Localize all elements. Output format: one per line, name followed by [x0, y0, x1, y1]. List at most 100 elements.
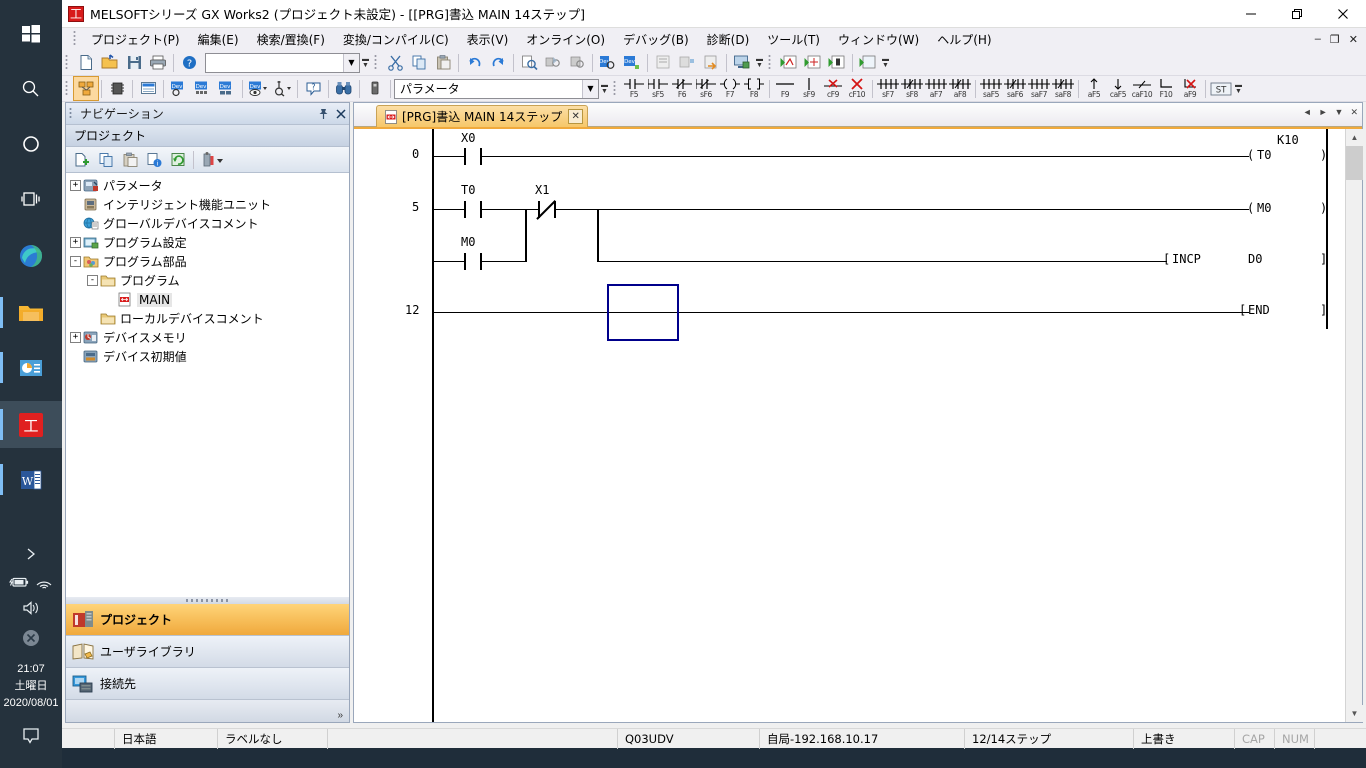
falling-pulse-button[interactable]: sF8 [900, 77, 924, 101]
ladder-vertical-scrollbar[interactable]: ▲ ▼ [1345, 129, 1363, 722]
view-options-button[interactable] [197, 148, 229, 171]
nav-button-project[interactable]: プロジェクト [66, 604, 349, 636]
structured-text-button[interactable]: ST [1209, 77, 1233, 100]
scrollbar-thumb[interactable] [1346, 146, 1363, 180]
scroll-up-button[interactable]: ▲ [1346, 129, 1363, 146]
monitor-stop-button[interactable] [825, 51, 849, 74]
tray-row-battery-wifi[interactable] [0, 569, 62, 595]
tree-item-3[interactable]: + プログラム設定 [66, 233, 349, 252]
start-button[interactable] [0, 10, 62, 57]
pulse-not-branch-close-button[interactable]: saF8 [1051, 77, 1075, 101]
window-close-button[interactable] [1320, 0, 1366, 28]
toolbar-grip-5[interactable] [613, 79, 620, 98]
cut-button[interactable] [383, 51, 407, 74]
nav-button-connection-destination[interactable]: 接続先 [66, 668, 349, 700]
tree-item-9[interactable]: デバイス初期値 [66, 347, 349, 366]
save-project-button[interactable] [122, 51, 146, 74]
tree-item-7[interactable]: ローカルデバイスコメント [66, 309, 349, 328]
pin-icon[interactable] [315, 104, 332, 124]
pulse-not-open-button[interactable]: saF5 [979, 77, 1003, 101]
paste-data-button[interactable] [118, 148, 142, 171]
tree-item-8[interactable]: + デバイスメモリ [66, 328, 349, 347]
word-button[interactable]: W [0, 456, 62, 503]
open-branch-button[interactable]: sF5 [646, 77, 670, 101]
coil-button[interactable]: F7 [718, 77, 742, 101]
tree-item-6[interactable]: MAIN [66, 290, 349, 309]
panel-grip[interactable] [69, 106, 76, 121]
collapse-icon[interactable]: - [87, 275, 98, 286]
statement-display-button[interactable] [675, 51, 699, 74]
menu-window[interactable]: ウィンドウ(W) [829, 28, 928, 51]
close-icon[interactable] [332, 104, 349, 124]
pulse-not-close-button[interactable]: saF6 [1003, 77, 1027, 101]
delete-horizontal-line-button[interactable]: cF9 [821, 77, 845, 101]
properties-button[interactable]: i [142, 148, 166, 171]
mdi-restore-button[interactable]: ❐ [1330, 33, 1340, 46]
new-data-button[interactable] [70, 148, 94, 171]
goto-button[interactable] [699, 51, 723, 74]
cross-reference-button[interactable] [332, 77, 356, 100]
help-button[interactable]: ? [177, 51, 201, 74]
gxworks2-button[interactable]: 工 [0, 401, 62, 448]
tab-list-button[interactable]: ▼ [1335, 107, 1344, 118]
expand-icon[interactable]: + [70, 237, 81, 248]
menu-convert-compile[interactable]: 変換/コンパイル(C) [334, 28, 458, 51]
tree-item-0[interactable]: + パラメータ [66, 176, 349, 195]
sampling-trace-button[interactable] [270, 77, 294, 100]
cortana-button[interactable] [0, 120, 62, 167]
device-replace-button[interactable]: Dev [620, 51, 644, 74]
tree-item-5[interactable]: - プログラム [66, 271, 349, 290]
tree-item-4[interactable]: - プログラム部品 [66, 252, 349, 271]
pulse-not-branch-open-button[interactable]: saF7 [1027, 77, 1051, 101]
toolbar-overflow-1[interactable]: ▬ ▼ [360, 51, 371, 74]
toolbar-grip-4[interactable] [65, 79, 72, 98]
plc-diagnostics-button[interactable]: ? [301, 77, 325, 100]
menu-find-replace[interactable]: 検索/置換(F) [248, 28, 334, 51]
invert-operation-pulse-button[interactable]: caF5 [1106, 77, 1130, 101]
rising-pulse-button[interactable]: sF7 [876, 77, 900, 101]
undo-button[interactable] [462, 51, 486, 74]
application-instruction-button[interactable]: F8 [742, 77, 766, 101]
open-project-button[interactable] [98, 51, 122, 74]
toolbar-overflow-2[interactable]: ▬ ▼ [754, 51, 765, 74]
device-monitor-button[interactable]: Dev [246, 77, 270, 100]
tray-expand-chevron[interactable] [0, 539, 62, 569]
toolbar-grip-2[interactable] [374, 53, 381, 72]
tab-main-program[interactable]: [PRG]書込 MAIN 14ステップ ✕ [376, 105, 589, 127]
tab-next-button[interactable]: ► [1319, 107, 1328, 118]
toolbar-overflow-5[interactable]: ▬ ▼ [1233, 77, 1244, 100]
program-combo[interactable]: パラメータ ▼ [394, 78, 599, 99]
taskbar-clock[interactable]: 21:07 土曜日 2020/08/01 [3, 655, 58, 712]
comment-display-button[interactable] [651, 51, 675, 74]
parameter-button[interactable] [363, 77, 387, 100]
find-prev-button[interactable] [565, 51, 589, 74]
collapse-icon[interactable]: - [70, 256, 81, 267]
monitor-mode-button[interactable] [730, 51, 754, 74]
expand-icon[interactable]: + [70, 180, 81, 191]
open-contact-button[interactable]: F5 [622, 77, 646, 101]
menu-edit[interactable]: 編集(E) [189, 28, 248, 51]
device-batch-button[interactable]: Dev [215, 77, 239, 100]
rising-pulse-branch-button[interactable]: aF7 [924, 77, 948, 101]
edit-line-button[interactable]: F10 [1154, 77, 1178, 101]
window-minimize-button[interactable] [1228, 0, 1274, 28]
toolbar-overflow-3[interactable]: ▬ ▼ [880, 51, 891, 74]
redo-button[interactable] [486, 51, 510, 74]
toolbar-grip-1[interactable] [65, 53, 72, 72]
monitor-write-button[interactable] [801, 51, 825, 74]
toolbar-grip-3[interactable] [768, 53, 775, 72]
tree-item-1[interactable]: インテリジェント機能ユニット [66, 195, 349, 214]
edge-button[interactable] [0, 232, 62, 279]
delete-vertical-line-button[interactable]: cF10 [845, 77, 869, 101]
tab-close-all-button[interactable]: ✕ [1350, 107, 1358, 118]
device-test-button[interactable] [856, 51, 880, 74]
notification-button[interactable] [0, 712, 62, 758]
vertical-line-button[interactable]: sF9 [797, 77, 821, 101]
tray-action-center-badge[interactable] [0, 621, 62, 655]
menu-online[interactable]: オンライン(O) [517, 28, 614, 51]
horizontal-line-button[interactable]: F9 [773, 77, 797, 101]
closed-contact-button[interactable]: F6 [670, 77, 694, 101]
tab-prev-button[interactable]: ◄ [1303, 107, 1312, 118]
new-project-button[interactable] [74, 51, 98, 74]
scroll-down-button[interactable]: ▼ [1346, 705, 1363, 722]
